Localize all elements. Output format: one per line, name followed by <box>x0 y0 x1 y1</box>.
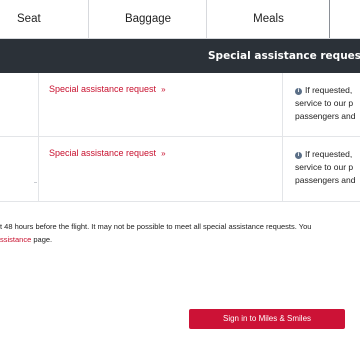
tab-meals[interactable]: Meals <box>206 0 330 38</box>
info-line: If requested, <box>305 149 353 159</box>
note-line: ssistance page. <box>0 233 360 246</box>
info-line: If requested, <box>305 85 353 95</box>
special-assistance-link[interactable]: Special assistance request » <box>49 148 166 158</box>
table-row: Special assistance request » i If requeste… <box>0 137 360 202</box>
note-line: t 48 hours before the flight. It may not… <box>0 222 312 231</box>
info-line: passengers and <box>295 175 356 185</box>
info-text: i If requested, service to our p passenge… <box>295 84 360 123</box>
tab-bar: Seat Baggage Meals <box>0 0 360 39</box>
table-header: Special assistance request <box>0 39 360 73</box>
header-title: Special assistance request <box>208 50 360 62</box>
special-assistance-link[interactable]: Special assistance request » <box>49 84 166 94</box>
table-row: Special assistance request » i If requeste… <box>0 73 360 137</box>
tab-baggage[interactable]: Baggage <box>88 0 207 38</box>
tab-divider <box>329 0 330 38</box>
sign-in-button[interactable]: Sign in to Miles & Smiles <box>189 309 345 329</box>
info-icon: i <box>295 88 302 95</box>
special-assistance-link-label: Special assistance request <box>49 84 157 94</box>
column-divider <box>282 137 283 201</box>
assistance-note: t 48 hours before the flight. It may not… <box>0 220 360 246</box>
info-line: passengers and <box>295 111 356 121</box>
info-text: i If requested, service to our p passenge… <box>295 148 360 187</box>
column-divider <box>282 73 283 136</box>
note-line-rest: page. <box>31 235 53 244</box>
column-divider <box>38 73 39 136</box>
placeholder-dash <box>34 182 37 183</box>
special-assistance-page-link[interactable]: ssistance <box>0 235 31 244</box>
info-line: service to our p <box>295 162 354 172</box>
tab-seat[interactable]: Seat <box>0 0 88 38</box>
info-line: service to our p <box>295 98 354 108</box>
column-divider <box>38 137 39 201</box>
double-chevron-right-icon: » <box>161 149 166 158</box>
double-chevron-right-icon: » <box>161 85 166 94</box>
info-icon: i <box>295 152 302 159</box>
special-assistance-link-label: Special assistance request <box>49 148 157 158</box>
